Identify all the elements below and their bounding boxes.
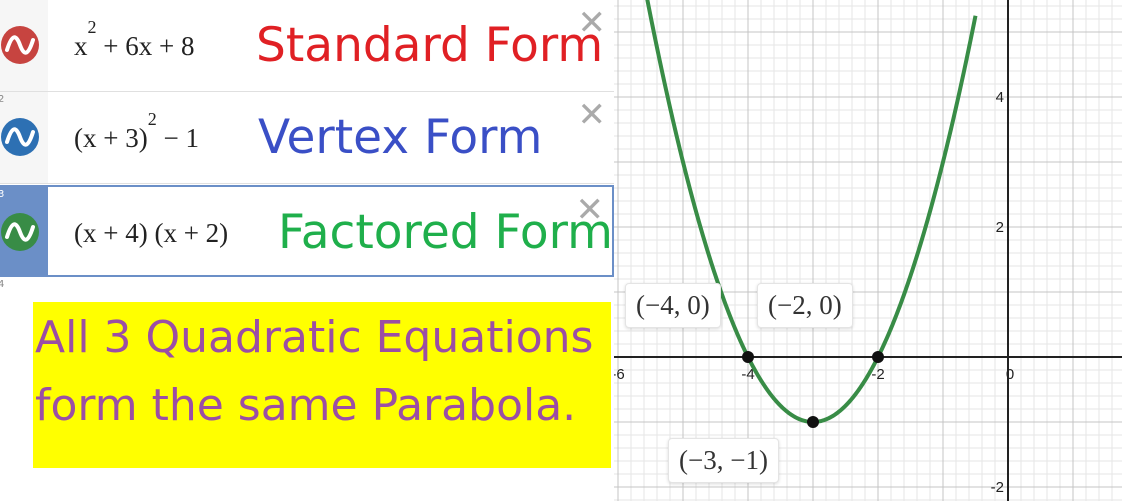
curve-icon[interactable] — [1, 118, 39, 156]
expression-math[interactable]: (x + 3)2 − 1 — [74, 92, 199, 184]
delete-expression-icon[interactable]: ✕ — [576, 193, 605, 227]
curve-icon[interactable] — [1, 26, 39, 64]
expression-list: x2 + 6x + 8 Standard Form ✕ 2 (x + 3)2 −… — [0, 0, 614, 501]
expression-row-1[interactable]: x2 + 6x + 8 Standard Form ✕ — [0, 0, 614, 92]
point-vertex — [807, 416, 819, 428]
expression-row-3[interactable]: 3 (x + 4) (x + 2) Factored Form ✕ — [0, 185, 614, 277]
parabola-curve — [645, 0, 978, 425]
point-x-intercept-left — [742, 351, 754, 363]
row-index: 2 — [0, 94, 5, 105]
expression-math[interactable]: (x + 4) (x + 2) — [74, 187, 228, 279]
vertex-form-label: Vertex Form — [258, 110, 543, 165]
point-label-x-intercept-right[interactable]: (−2, 0) — [757, 283, 853, 328]
x-tick-label: -6 — [614, 366, 625, 383]
delete-expression-icon[interactable]: ✕ — [578, 6, 607, 40]
y-tick-label: 4 — [996, 89, 1004, 106]
note-line-2: form the same Parabola. — [35, 380, 577, 431]
note-line-1: All 3 Quadratic Equations — [35, 312, 594, 363]
curve-icon[interactable] — [1, 213, 39, 251]
factored-form-label: Factored Form — [278, 205, 613, 260]
row-index: 3 — [0, 189, 5, 200]
y-tick-label: 2 — [996, 219, 1004, 236]
note-box: All 3 Quadratic Equations form the same … — [33, 302, 611, 468]
standard-form-label: Standard Form — [256, 18, 604, 73]
delete-expression-icon[interactable]: ✕ — [578, 98, 607, 132]
graph-paper[interactable]: -6-4-2042-2 — [614, 0, 1122, 501]
point-label-vertex[interactable]: (−3, −1) — [668, 438, 779, 483]
y-tick-label: -2 — [991, 479, 1004, 496]
graph-canvas[interactable]: -6-4-2042-2 — [614, 0, 1122, 501]
row-index: 4 — [0, 279, 5, 290]
expression-math[interactable]: x2 + 6x + 8 — [74, 0, 194, 92]
point-x-intercept-right — [872, 351, 884, 363]
expression-row-2[interactable]: 2 (x + 3)2 − 1 Vertex Form ✕ — [0, 92, 614, 184]
point-label-x-intercept-left[interactable]: (−4, 0) — [625, 283, 721, 328]
x-tick-label: 0 — [1006, 366, 1014, 383]
